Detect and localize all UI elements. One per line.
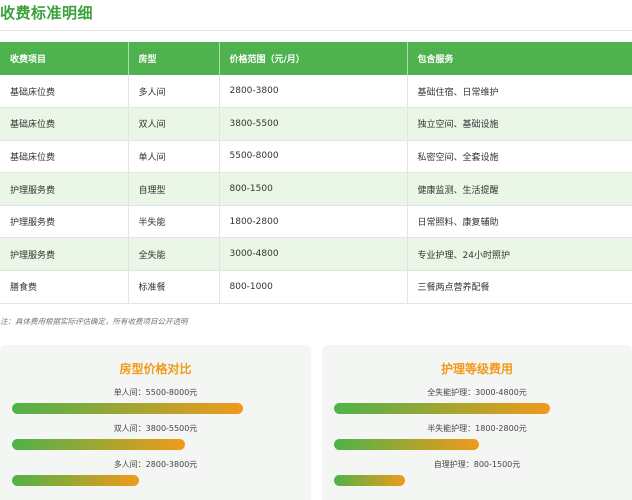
price-bar xyxy=(12,439,185,450)
fee-bar xyxy=(334,403,550,414)
cell-services: 健康监测、生活提醒 xyxy=(407,172,632,206)
card-title: 护理等级费用 xyxy=(440,362,513,376)
cell-item: 基础床位费 xyxy=(0,107,129,141)
bar-label: 全失能护理：3000-4800元 xyxy=(427,388,527,397)
fee-bar xyxy=(334,439,479,450)
bar-label: 单人间：5500-8000元 xyxy=(113,388,198,397)
bar-label: 半失能护理：1800-2800元 xyxy=(427,424,527,433)
bar-label: 双人间：3800-5500元 xyxy=(113,424,198,433)
cell-room-type: 标准餐 xyxy=(128,270,220,304)
table-row: 护理服务费 半失能 1800-2800 日常照料、康复辅助 xyxy=(0,205,632,239)
column-header-price: 价格范围（元/月） xyxy=(219,42,408,75)
table-row: 基础床位费 多人间 2800-3800 基础住宿、日常维护 xyxy=(0,75,632,109)
bar-label: 多人间：2800-3800元 xyxy=(113,460,198,469)
cell-price: 3000-4800 xyxy=(219,237,408,272)
cell-services: 独立空间、基础设施 xyxy=(407,107,632,141)
column-header-room-type: 房型 xyxy=(128,42,220,75)
cell-services: 日常照料、康复辅助 xyxy=(407,205,632,239)
column-header-item: 收费项目 xyxy=(0,42,129,75)
cell-item: 膳食费 xyxy=(0,270,129,304)
cell-item: 基础床位费 xyxy=(0,75,129,109)
fee-table: 收费项目 房型 价格范围（元/月） 包含服务 基础床位费 多人间 2800-38… xyxy=(0,42,632,304)
price-bar xyxy=(12,403,243,414)
table-row: 护理服务费 自理型 800-1500 健康监测、生活提醒 xyxy=(0,172,632,206)
room-price-card: 房型价格对比 单人间：5500-8000元 双人间：3800-5500元 多人间… xyxy=(0,345,311,500)
table-row: 基础床位费 双人间 3800-5500 独立空间、基础设施 xyxy=(0,107,632,141)
table-row: 基础床位费 单人间 5500-8000 私密空间、全套设施 xyxy=(0,140,632,174)
bar-label: 自理护理：800-1500元 xyxy=(433,460,521,469)
card-title: 房型价格对比 xyxy=(119,362,192,376)
cell-item: 护理服务费 xyxy=(0,172,129,206)
cell-price: 800-1500 xyxy=(219,172,408,206)
cell-price: 800-1000 xyxy=(219,270,408,304)
cell-room-type: 双人间 xyxy=(128,107,220,141)
cell-price: 1800-2800 xyxy=(219,205,408,239)
page-title: 收费标准明细 xyxy=(0,4,94,22)
table-header-row: 收费项目 房型 价格范围（元/月） 包含服务 xyxy=(0,42,632,75)
column-header-services: 包含服务 xyxy=(407,42,632,75)
cell-item: 护理服务费 xyxy=(0,205,129,239)
title-divider xyxy=(0,30,632,31)
cell-room-type: 单人间 xyxy=(128,140,220,174)
fee-bar xyxy=(334,475,405,486)
cell-room-type: 全失能 xyxy=(128,237,220,272)
cell-services: 三餐两点营养配餐 xyxy=(407,270,632,304)
cell-item: 护理服务费 xyxy=(0,237,129,272)
cell-room-type: 自理型 xyxy=(128,172,220,206)
table-row: 膳食费 标准餐 800-1000 三餐两点营养配餐 xyxy=(0,270,632,304)
cell-price: 2800-3800 xyxy=(219,75,408,109)
price-bar xyxy=(12,475,139,486)
footnote: 注：具体费用根据实际评估确定，所有收费项目公开透明 xyxy=(0,317,188,326)
cell-price: 5500-8000 xyxy=(219,140,408,174)
cell-services: 基础住宿、日常维护 xyxy=(407,75,632,109)
cell-services: 私密空间、全套设施 xyxy=(407,140,632,174)
cell-room-type: 半失能 xyxy=(128,205,220,239)
table-row: 护理服务费 全失能 3000-4800 专业护理、24小时照护 xyxy=(0,237,632,272)
cell-services: 专业护理、24小时照护 xyxy=(407,237,632,272)
care-fee-card: 护理等级费用 全失能护理：3000-4800元 半失能护理：1800-2800元… xyxy=(322,345,632,500)
cell-item: 基础床位费 xyxy=(0,140,129,174)
cell-price: 3800-5500 xyxy=(219,107,408,141)
cell-room-type: 多人间 xyxy=(128,75,220,109)
